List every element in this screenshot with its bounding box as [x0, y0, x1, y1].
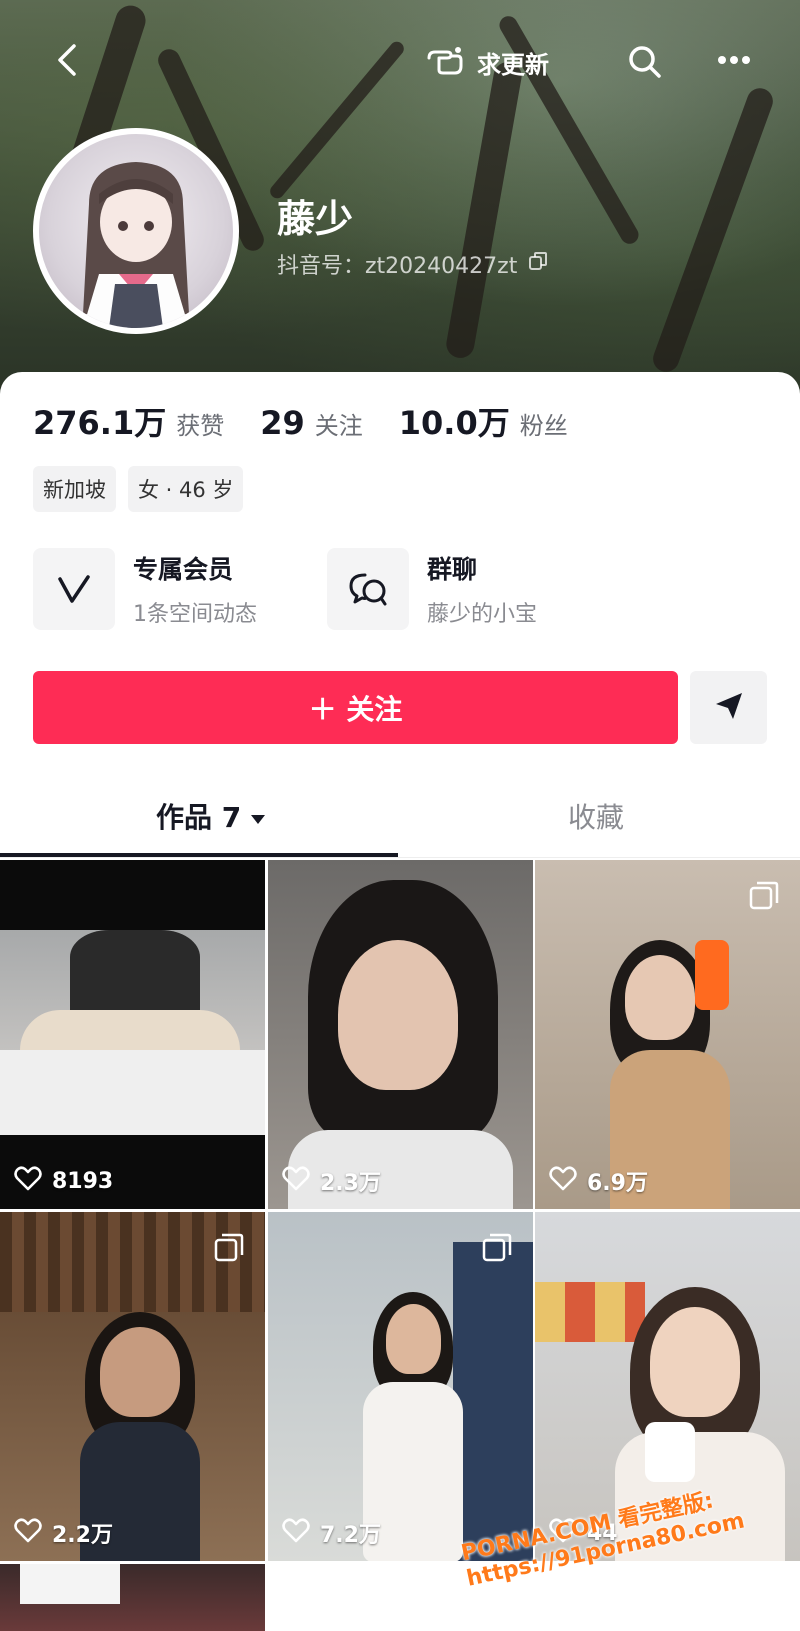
share-button[interactable]	[690, 671, 767, 744]
video-thumbnail[interactable]: 8193	[0, 860, 265, 1209]
stat-likes[interactable]: 276.1万 获赞	[33, 398, 224, 444]
like-count-value: 8193	[52, 1168, 114, 1194]
video-thumbnail[interactable]: 6.9万	[535, 860, 800, 1209]
multi-image-icon	[482, 1233, 512, 1262]
follow-label: ＋ 关注	[308, 692, 403, 726]
feature-subtitle: 1条空间动态	[133, 602, 257, 627]
like-count-value: 7.2万	[320, 1523, 381, 1548]
more-options-icon[interactable]	[712, 40, 756, 80]
request-update-button[interactable]: 求更新	[425, 42, 549, 82]
like-count: 2.3万	[282, 1165, 381, 1197]
hand-point-icon	[425, 42, 465, 82]
heart-icon	[14, 1517, 42, 1549]
feature-title: 专属会员	[133, 555, 234, 584]
tab-divider	[0, 857, 800, 858]
heart-icon	[282, 1165, 310, 1197]
heart-icon	[14, 1165, 42, 1197]
follow-button[interactable]: ＋ 关注	[33, 671, 678, 744]
douyin-id: 抖音号：zt20240427zt	[277, 254, 518, 279]
group-chat-icon	[327, 548, 409, 630]
tab-works[interactable]: 作品 7	[156, 796, 267, 836]
feature-subtitle: 藤少的小宝	[427, 602, 538, 627]
heart-icon	[282, 1517, 310, 1549]
stat-label: 获赞	[176, 412, 225, 440]
tab-favorites[interactable]: 收藏	[568, 796, 624, 836]
back-icon[interactable]	[48, 40, 88, 80]
stat-label: 关注	[314, 412, 363, 440]
caret-down-icon	[249, 800, 267, 833]
video-thumbnail[interactable]: 2.2万	[0, 1212, 265, 1561]
like-count: 8193	[14, 1165, 113, 1197]
stat-followers[interactable]: 10.0万 粉丝	[399, 398, 568, 444]
like-count: 2.2万	[14, 1517, 113, 1549]
search-icon[interactable]	[625, 42, 665, 82]
request-update-label: 求更新	[477, 50, 549, 79]
like-count-value: 2.2万	[52, 1523, 113, 1548]
video-thumbnail[interactable]	[0, 1564, 265, 1631]
member-v-icon	[33, 548, 115, 630]
stat-label: 粉丝	[519, 412, 568, 440]
like-count: 6.9万	[549, 1165, 648, 1197]
video-thumbnail[interactable]: 7.2万	[268, 1212, 533, 1561]
stat-value: 10.0万	[398, 404, 510, 442]
exclusive-member-entry[interactable]: 专属会员 1条空间动态	[33, 548, 257, 630]
feature-title: 群聊	[427, 555, 478, 584]
stats-row: 276.1万 获赞 29 关注 10.0万 粉丝	[33, 398, 604, 444]
tab-works-label: 作品 7	[156, 801, 242, 834]
location-tag: 新加坡	[33, 466, 116, 512]
avatar[interactable]	[33, 128, 239, 334]
heart-icon	[549, 1165, 577, 1197]
profile-tags: 新加坡 女 · 46 岁	[33, 466, 244, 512]
douyin-id-row: 抖音号：zt20240427zt	[277, 248, 549, 280]
send-icon	[712, 689, 746, 727]
group-chat-entry[interactable]: 群聊 藤少的小宝	[327, 548, 537, 630]
stat-value: 29	[260, 404, 305, 442]
like-count: 7.2万	[282, 1517, 381, 1549]
multi-image-icon	[214, 1233, 244, 1262]
stat-following[interactable]: 29 关注	[260, 404, 363, 442]
multi-image-icon	[749, 881, 779, 910]
gender-age-tag: 女 · 46 岁	[128, 466, 244, 512]
like-count-value: 6.9万	[587, 1171, 648, 1196]
stat-value: 276.1万	[33, 404, 167, 442]
profile-name: 藤少	[277, 197, 354, 241]
video-thumbnail[interactable]: 2.3万	[268, 860, 533, 1209]
copy-icon[interactable]	[527, 250, 549, 278]
like-count-value: 2.3万	[320, 1171, 381, 1196]
